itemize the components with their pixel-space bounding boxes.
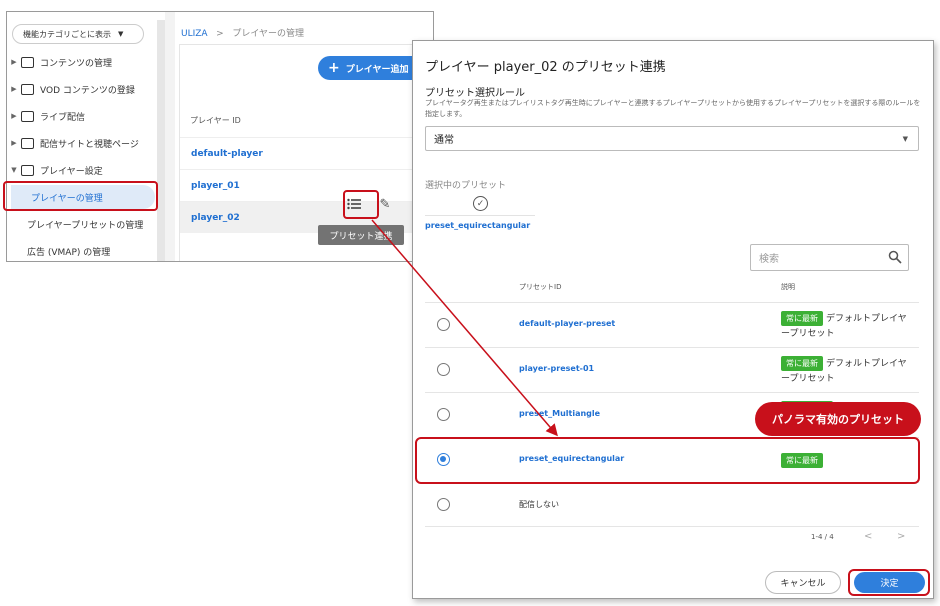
category-filter-label: 機能カテゴリごとに表示	[23, 29, 111, 39]
table-row[interactable]: 配信しない	[425, 482, 919, 527]
radio-button[interactable]	[437, 408, 450, 421]
breadcrumb: ULIZA > プレイヤーの管理	[181, 26, 304, 39]
selected-preset-name: preset_equirectangular	[425, 215, 535, 230]
sidebar-item-label: プレイヤープリセットの管理	[27, 220, 144, 231]
rule-description: プレイヤータグ再生またはプレイリストタグ再生時にプレイヤーと連携するプレイヤープ…	[425, 99, 921, 118]
ok-button[interactable]: 決定	[854, 572, 925, 593]
chevron-left-icon[interactable]: <	[864, 531, 872, 542]
radio-button[interactable]	[437, 318, 450, 331]
pagination-info: 1-4 / 4	[811, 533, 834, 541]
sidebar-item-label: 配信サイトと視聴ページ	[40, 139, 139, 150]
preset-description: 常に最新 デフォルトプレイヤープリセット	[781, 356, 911, 387]
preset-description: 常に最新 デフォルトプレイヤープリセット	[781, 311, 911, 342]
table-row[interactable]: preset_equirectangular 常に最新	[425, 437, 919, 482]
player-id-link[interactable]: player_02	[191, 213, 240, 223]
chevron-right-icon: ▶	[11, 112, 17, 120]
chevron-down-icon: ▼	[11, 166, 17, 174]
add-box-icon	[21, 83, 34, 95]
player-settings-icon	[21, 164, 34, 176]
pencil-icon[interactable]: ✎	[377, 196, 393, 212]
category-filter-button[interactable]: 機能カテゴリごとに表示 ▼	[12, 24, 144, 44]
chevron-down-icon: ▼	[118, 30, 124, 38]
check-circle-icon: ✓	[473, 196, 488, 211]
chevron-down-icon: ▼	[902, 134, 908, 143]
column-header-preset-id: プリセットID	[519, 283, 562, 291]
sidebar-item-player-preset[interactable]: プレイヤープリセットの管理	[7, 212, 157, 236]
table-row[interactable]: default-player	[180, 137, 433, 169]
chevron-right-icon: ▶	[11, 58, 17, 66]
breadcrumb-separator: >	[216, 29, 224, 39]
preset-description: 常に最新	[781, 453, 911, 469]
sidebar-item-label: プレイヤー設定	[40, 166, 103, 177]
sidebar-item-label: プレイヤーの管理	[31, 193, 103, 204]
plus-icon: +	[328, 60, 340, 76]
status-badge: 常に最新	[781, 311, 823, 326]
preset-name: default-player-preset	[519, 319, 616, 328]
sidebar-item-ad-vmap[interactable]: 広告 (VMAP) の管理	[7, 239, 157, 261]
sidebar-item-distribution-site[interactable]: ▶ 配信サイトと視聴ページ	[7, 131, 157, 155]
dialog-title: プレイヤー player_02 のプリセット連携	[425, 60, 666, 75]
preset-name: player-preset-01	[519, 364, 595, 373]
breadcrumb-current: プレイヤーの管理	[232, 29, 305, 39]
sidebar-item-live[interactable]: ▶ ライブ配信	[7, 104, 157, 128]
web-page-icon	[21, 137, 34, 149]
rule-label: プリセット選択ルール	[425, 88, 525, 99]
cancel-button[interactable]: キャンセル	[765, 571, 841, 594]
rule-select[interactable]: 通常 ▼	[425, 126, 919, 151]
sidebar-item-label: 広告 (VMAP) の管理	[27, 247, 111, 258]
radio-button-selected[interactable]	[437, 453, 450, 466]
preset-link-dialog: プレイヤー player_02 のプリセット連携 プリセット選択ルール プレイヤ…	[412, 40, 934, 599]
sidebar-divider	[165, 12, 175, 261]
callout-label: パノラマ有効のプリセット	[755, 402, 921, 436]
preset-link-button[interactable]	[342, 192, 366, 216]
sidebar-scrollbar[interactable]	[157, 20, 165, 261]
sidebar-item-player-management[interactable]: プレイヤーの管理	[11, 185, 155, 209]
table-row[interactable]: player-preset-01 常に最新 デフォルトプレイヤープリセット	[425, 347, 919, 392]
radio-button[interactable]	[437, 498, 450, 511]
column-header-player-id: プレイヤー ID	[190, 116, 241, 125]
sidebar-item-vod-register[interactable]: ▶ VOD コンテンツの登録	[7, 77, 157, 101]
search-placeholder: 検索	[759, 254, 779, 265]
player-id-link[interactable]: player_01	[191, 181, 240, 191]
preset-name: preset_equirectangular	[519, 454, 625, 463]
table-row[interactable]: player_01	[180, 169, 433, 201]
preset-name: preset_Multiangle	[519, 409, 601, 418]
preset-name: 配信しない	[519, 500, 559, 509]
video-camera-icon	[21, 110, 34, 122]
chevron-right-icon: ▶	[11, 85, 17, 93]
search-icon	[888, 250, 902, 264]
chevron-right-icon[interactable]: >	[897, 531, 905, 542]
play-icon	[21, 56, 34, 68]
status-badge: 常に最新	[781, 356, 823, 371]
sidebar-item-label: VOD コンテンツの登録	[40, 85, 135, 96]
sidebar-item-label: コンテンツの管理	[40, 58, 113, 69]
list-icon	[347, 198, 361, 210]
sidebar-item-contents[interactable]: ▶ コンテンツの管理	[7, 50, 157, 74]
selected-preset-label: 選択中のプリセット	[425, 181, 507, 191]
sidebar-item-player-settings[interactable]: ▼ プレイヤー設定	[7, 158, 157, 182]
tooltip: プリセット連携	[318, 225, 404, 245]
table-row[interactable]: default-player-preset 常に最新 デフォルトプレイヤープリセッ…	[425, 302, 919, 347]
add-player-label: プレイヤー追加	[345, 64, 409, 75]
sidebar: 機能カテゴリごとに表示 ▼ ▶ コンテンツの管理 ▶ VOD コンテンツの登録 …	[7, 12, 157, 261]
player-id-link[interactable]: default-player	[191, 149, 263, 159]
radio-button[interactable]	[437, 363, 450, 376]
rule-select-value: 通常	[434, 135, 454, 146]
search-input[interactable]: 検索	[750, 244, 909, 271]
status-badge: 常に最新	[781, 453, 823, 468]
chevron-right-icon: ▶	[11, 139, 17, 147]
sidebar-item-label: ライブ配信	[40, 112, 86, 123]
column-header-description: 説明	[781, 283, 795, 291]
breadcrumb-root[interactable]: ULIZA	[181, 29, 208, 39]
